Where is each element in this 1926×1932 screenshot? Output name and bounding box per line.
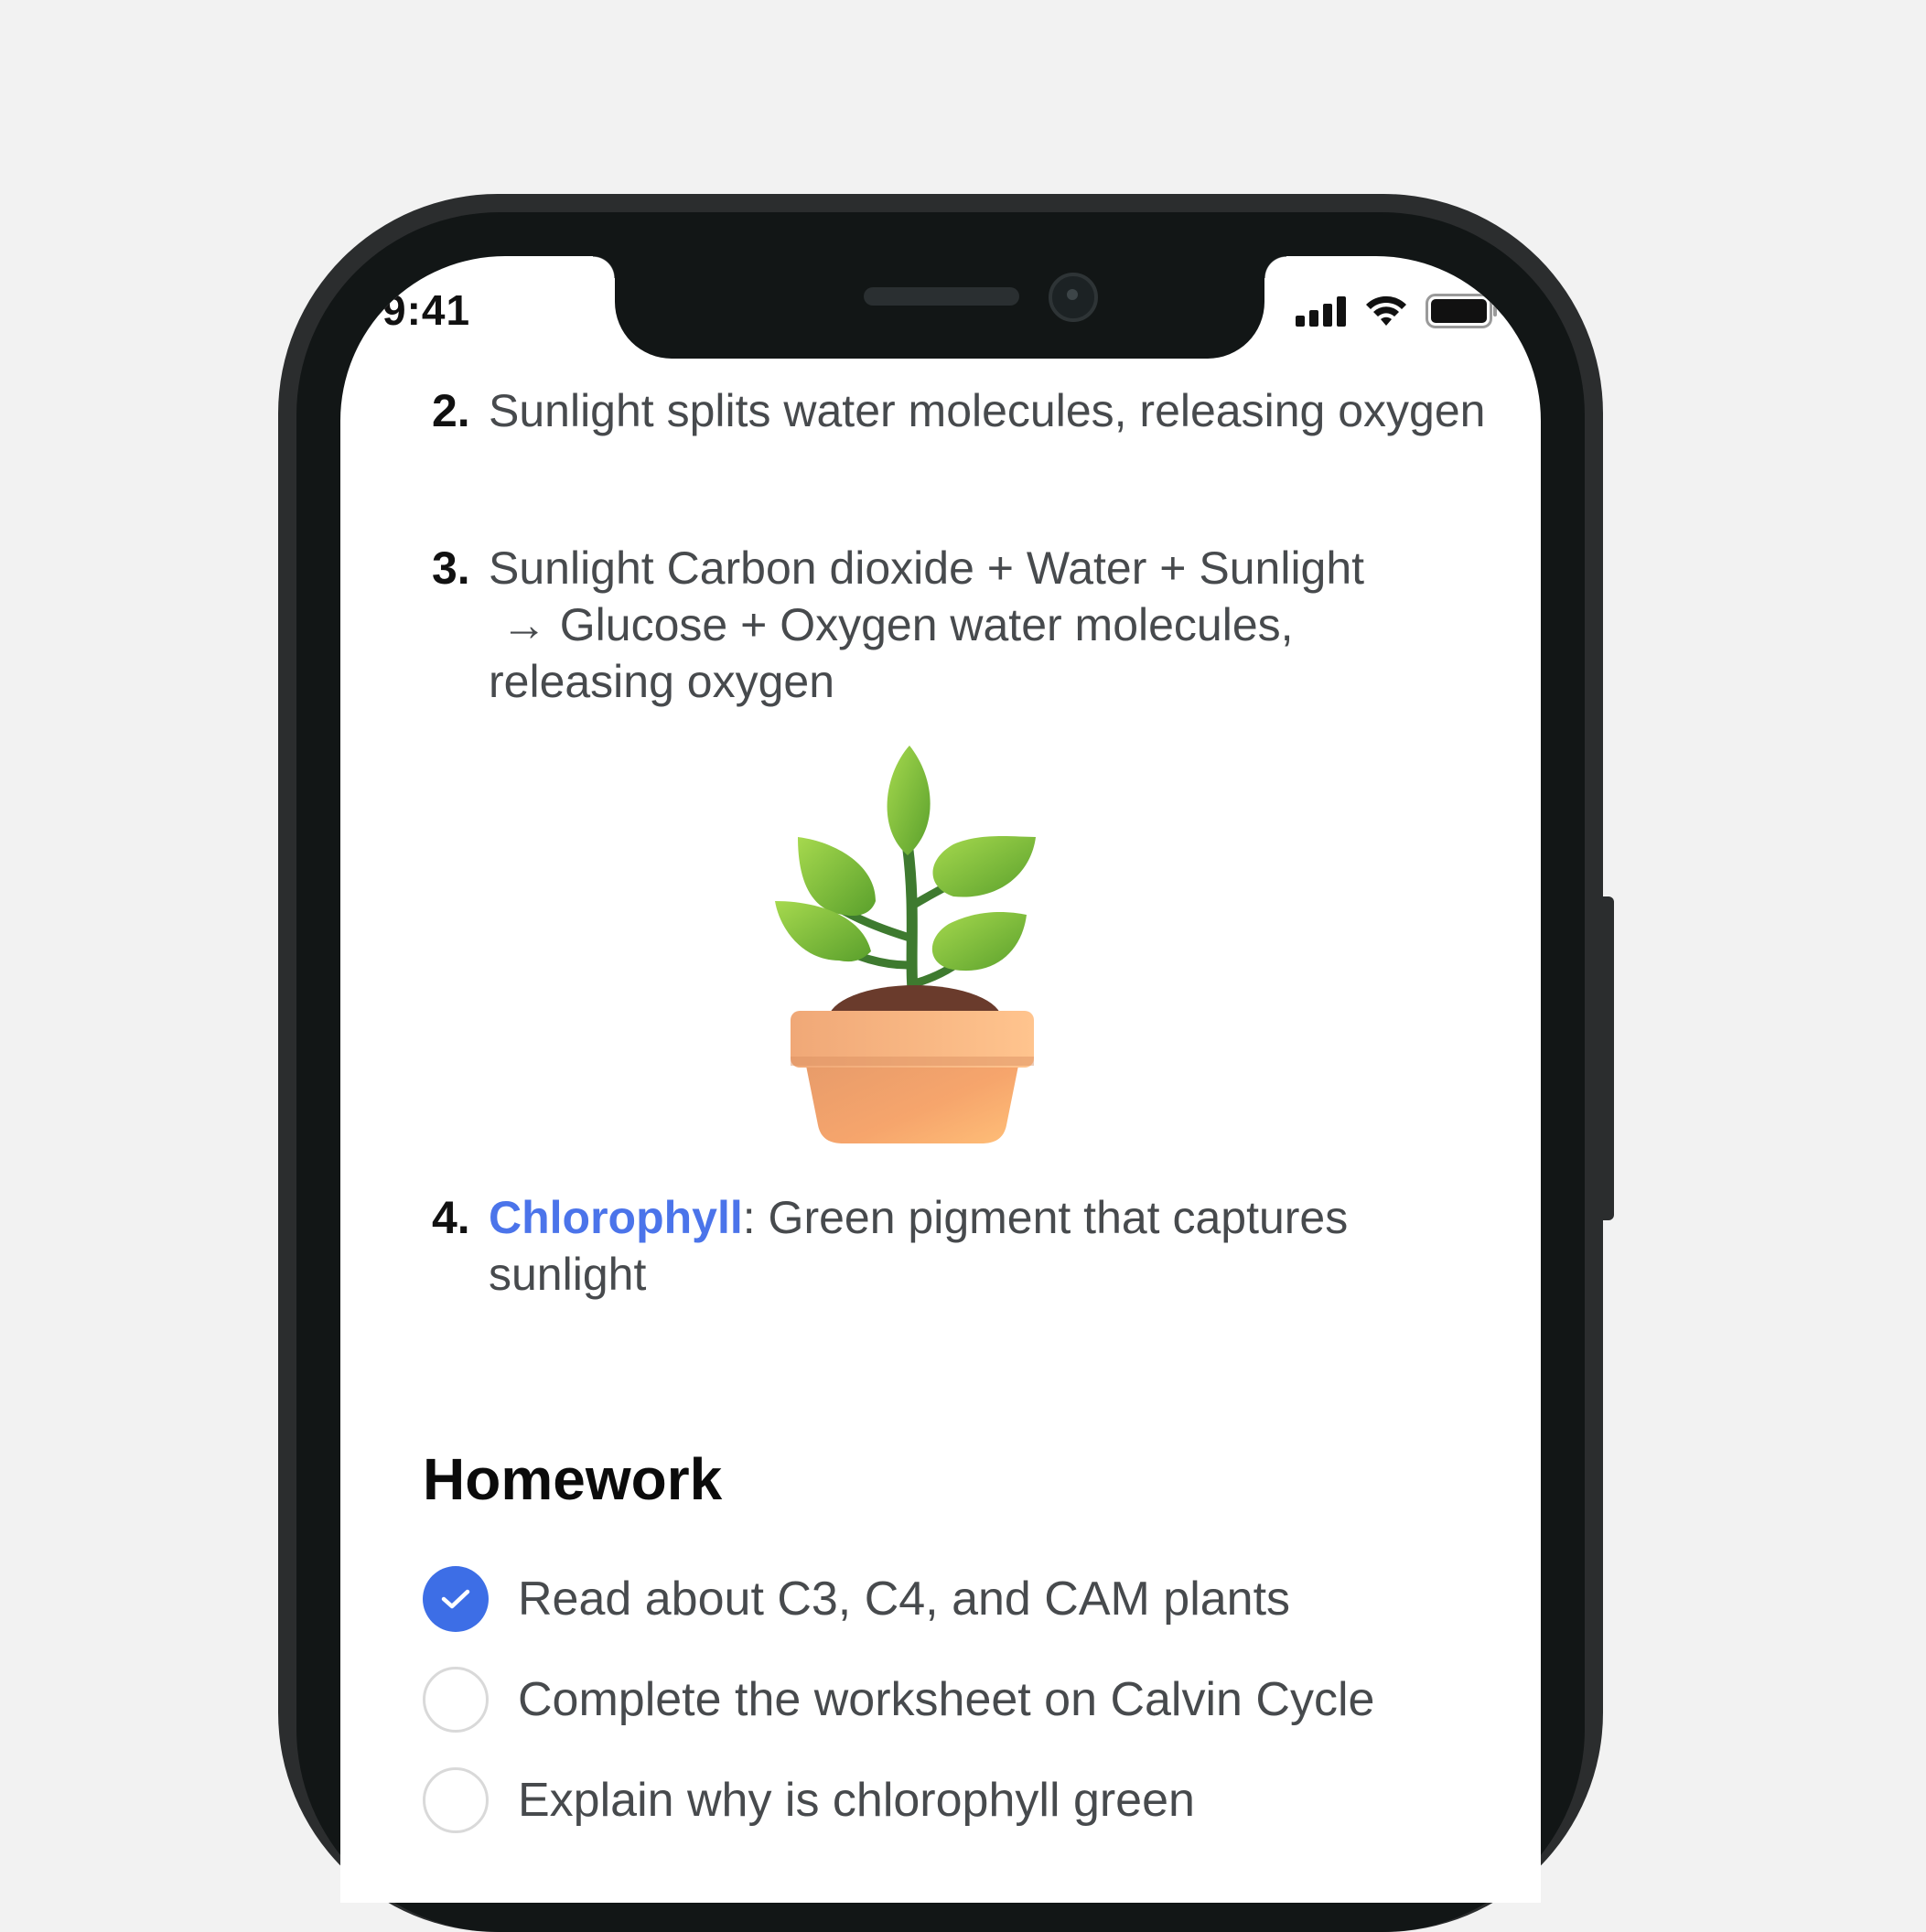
phone-screen: 9:41 2. Sunlight splits water molecules,… (340, 256, 1541, 1903)
list-text: Sunlight splits water molecules, releasi… (489, 385, 1486, 436)
task-item[interactable]: Read about C3, C4, and CAM plants (423, 1566, 1290, 1632)
glossary-term-link[interactable]: Chlorophyll (489, 1192, 743, 1243)
list-text: Chlorophyll: Green pigment that captures… (489, 1189, 1493, 1303)
status-time: 9:41 (382, 286, 471, 334)
notch (593, 256, 1286, 359)
task-label: Read about C3, C4, and CAM plants (518, 1572, 1291, 1626)
task-label: Complete the worksheet on Calvin Cycle (518, 1673, 1375, 1726)
battery-icon (1426, 294, 1497, 328)
list-item: 2. Sunlight splits water molecules, rele… (432, 382, 1493, 439)
potted-plant-icon (770, 736, 1054, 1148)
speaker-grille (864, 287, 1019, 306)
task-item[interactable]: Explain why is chlorophyll green (423, 1767, 1195, 1833)
list-text-line: → Glucose + Oxygen water molecules, (489, 599, 1294, 650)
list-number: 2. (432, 385, 470, 436)
task-item[interactable]: Complete the worksheet on Calvin Cycle (423, 1667, 1374, 1733)
list-number: 4. (432, 1192, 470, 1243)
status-icons (1296, 293, 1499, 329)
list-item: 3. Sunlight Carbon dioxide + Water + Sun… (432, 540, 1493, 710)
list-text: Sunlight Carbon dioxide + Water + Sunlig… (489, 540, 1493, 710)
task-checkbox[interactable] (423, 1667, 489, 1733)
homework-title: Homework (423, 1446, 723, 1512)
list-text-line: releasing oxygen (489, 656, 835, 707)
task-label: Explain why is chlorophyll green (518, 1774, 1195, 1827)
list-item: 4. Chlorophyll: Green pigment that captu… (432, 1189, 1493, 1303)
list-number: 3. (432, 542, 470, 594)
power-button (1601, 896, 1614, 1220)
list-text-line: Sunlight Carbon dioxide + Water + Sunlig… (489, 542, 1365, 594)
task-checkbox-checked[interactable] (423, 1566, 489, 1632)
task-checkbox[interactable] (423, 1767, 489, 1833)
checkmark-icon (441, 1589, 470, 1609)
front-camera-icon (1049, 273, 1098, 322)
cellular-signal-icon (1296, 296, 1346, 327)
wifi-icon (1366, 295, 1406, 326)
